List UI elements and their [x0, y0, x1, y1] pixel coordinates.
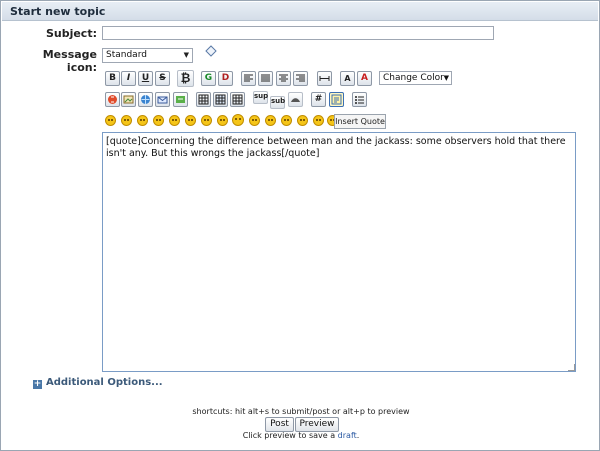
superscript-button[interactable]: sup: [253, 91, 268, 104]
font-face-button[interactable]: A: [340, 71, 355, 86]
table-column-button[interactable]: [230, 92, 245, 107]
subject-input[interactable]: [102, 26, 494, 40]
subscript-label: sub: [271, 97, 286, 105]
align-left-icon: [244, 74, 253, 82]
smiley-huh-icon[interactable]: [232, 114, 244, 126]
post-button[interactable]: Post: [265, 417, 294, 432]
message-icon-select[interactable]: Standard ▼: [102, 48, 193, 63]
plus-icon: +: [33, 379, 42, 389]
glow-button[interactable]: G: [201, 71, 216, 86]
smiley-cheesy-icon[interactable]: [137, 115, 148, 126]
draft-hint-prefix: Click preview to save a: [242, 431, 338, 440]
draft-hint: Click preview to save a draft.: [1, 431, 600, 440]
teletype-button[interactable]: [288, 92, 303, 107]
bitcoin-button[interactable]: ₿: [177, 70, 194, 87]
bitcoin-icon: ₿: [180, 71, 191, 85]
align-center-icon: [279, 74, 288, 82]
flash-icon: [108, 95, 117, 104]
list-button[interactable]: [352, 92, 367, 107]
shortcuts-hint: shortcuts: hit alt+s to submit/post or a…: [192, 407, 410, 416]
smiley-lipsrsealed-icon[interactable]: [297, 115, 308, 126]
align-justify-button[interactable]: [258, 71, 273, 86]
additional-options-toggle[interactable]: + Additional Options...: [33, 377, 163, 389]
list-icon: [355, 96, 364, 104]
ftp-button[interactable]: [173, 92, 188, 107]
font-color-icon: A: [361, 73, 368, 83]
smiley-shocked-icon[interactable]: [201, 115, 212, 126]
change-color-label: Change Color: [383, 73, 444, 83]
insert-quote-tooltip: Insert Quote: [334, 114, 386, 129]
smiley-undecided-icon[interactable]: [313, 115, 324, 126]
draft-hint-suffix: .: [356, 431, 360, 440]
smiley-smile-icon[interactable]: [105, 115, 116, 126]
align-justify-icon: [261, 74, 270, 82]
draft-link[interactable]: draft: [338, 431, 357, 440]
horizontal-rule-button[interactable]: [317, 71, 332, 86]
message-icon-label: Message icon:: [42, 48, 97, 74]
insert-quote-button[interactable]: [329, 92, 344, 107]
font-face-icon: A: [344, 74, 351, 83]
image-icon: [123, 95, 134, 104]
table-column-icon: [232, 94, 243, 105]
strikethrough-button[interactable]: S: [155, 71, 170, 86]
smiley-grin-icon[interactable]: [153, 115, 164, 126]
italic-button[interactable]: I: [121, 71, 136, 86]
email-button[interactable]: [155, 92, 170, 107]
post-form: Start new topic Subject: Message icon: S…: [0, 0, 600, 451]
horizontal-rule-icon: [319, 76, 330, 81]
table-row-button[interactable]: [213, 92, 228, 107]
smiley-rolleyes-icon[interactable]: [249, 115, 260, 126]
smiley-tongue-icon[interactable]: [265, 115, 276, 126]
globe-link-icon: [141, 95, 150, 104]
table-icon: [198, 94, 209, 105]
align-right-icon: [296, 74, 305, 82]
flash-button[interactable]: [105, 92, 120, 107]
smiley-embarrassed-icon[interactable]: [281, 115, 292, 126]
image-button[interactable]: [121, 92, 136, 107]
ftp-icon: [176, 96, 185, 103]
message-icon-preview-icon: [205, 45, 217, 57]
code-button[interactable]: #: [311, 92, 326, 107]
page-title: Start new topic: [10, 5, 106, 18]
chevron-down-icon: ▼: [443, 74, 449, 82]
underline-button[interactable]: U: [138, 71, 153, 86]
smiley-wink-icon[interactable]: [121, 115, 132, 126]
message-icon-value: Standard: [106, 50, 147, 60]
quote-icon: [331, 94, 342, 105]
link-button[interactable]: [138, 92, 153, 107]
superscript-label: sup: [254, 92, 269, 100]
bold-button[interactable]: B: [105, 71, 120, 86]
change-color-select[interactable]: Change Color ▼: [379, 71, 452, 85]
align-center-button[interactable]: [276, 71, 291, 86]
title-bar: Start new topic: [2, 2, 598, 21]
subject-label: Subject:: [45, 27, 97, 40]
align-left-button[interactable]: [241, 71, 256, 86]
font-color-button[interactable]: A: [357, 71, 372, 86]
preview-button[interactable]: Preview: [295, 417, 339, 432]
shadow-button[interactable]: D: [218, 71, 233, 86]
table-button[interactable]: [196, 92, 211, 107]
subscript-button[interactable]: sub: [270, 96, 285, 109]
table-row-icon: [215, 94, 226, 105]
message-textarea[interactable]: [quote]Concerning the difference between…: [102, 132, 576, 372]
smiley-cool-icon[interactable]: [217, 115, 228, 126]
additional-options-label: Additional Options...: [46, 377, 163, 388]
smiley-angry-icon[interactable]: [169, 115, 180, 126]
teletype-icon: [291, 98, 300, 102]
align-right-button[interactable]: [293, 71, 308, 86]
email-icon: [157, 96, 168, 104]
chevron-down-icon: ▼: [183, 51, 189, 59]
smiley-sad-icon[interactable]: [185, 115, 196, 126]
